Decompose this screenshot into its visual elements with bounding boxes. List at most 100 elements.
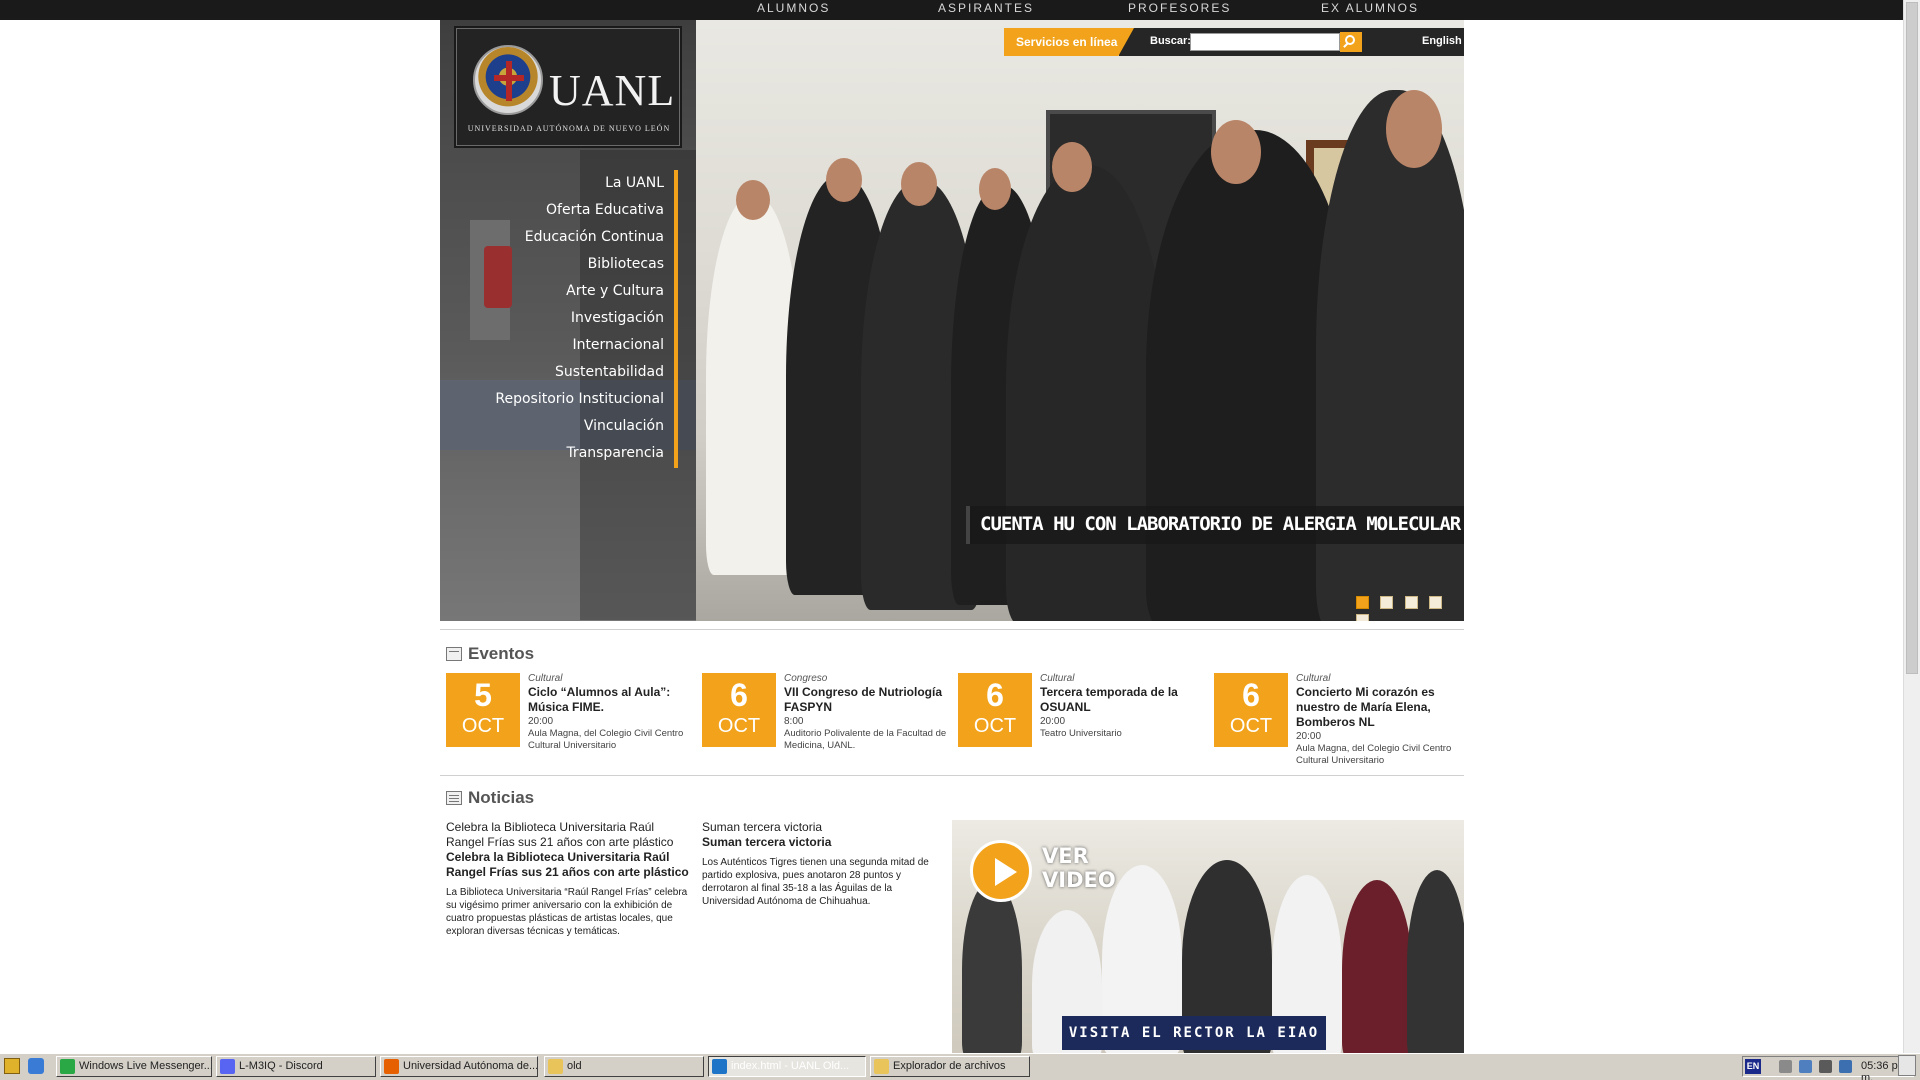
system-tray: EN 05:36 p. m. — [1742, 1056, 1914, 1080]
hero-photo-face — [901, 162, 937, 206]
start-icon[interactable] — [4, 1058, 20, 1074]
uanl-crest-icon — [473, 45, 543, 115]
audience-link-aspirantes[interactable]: ASPIRANTES — [938, 1, 1034, 15]
taskbar-item[interactable]: L-M3IQ - Discord — [216, 1056, 376, 1077]
events-heading-text: Eventos — [468, 644, 535, 663]
audience-link-ex-alumnos[interactable]: EX ALUMNOS — [1321, 1, 1419, 15]
event-date-box: 6 OCT — [702, 673, 776, 747]
language-indicator[interactable]: EN — [1745, 1059, 1761, 1074]
online-services-button[interactable]: Servicios en línea — [1004, 28, 1134, 56]
news-headline[interactable]: Suman tercera victoria — [702, 835, 947, 850]
taskbar-item[interactable]: Universidad Autónoma de... — [380, 1056, 538, 1077]
network-icon[interactable] — [1779, 1060, 1792, 1073]
news-kicker[interactable]: Celebra la Biblioteca Universitaria Raúl… — [446, 820, 691, 850]
taskbar-item-label: old — [567, 1060, 582, 1072]
slider-dot[interactable] — [1380, 596, 1394, 609]
nav-item-arte-y-cultura[interactable]: Arte y Cultura — [440, 278, 682, 305]
nav-item-investigacion[interactable]: Investigación — [440, 305, 682, 332]
slider-dot[interactable] — [1404, 596, 1418, 609]
news-kicker[interactable]: Suman tercera victoria — [702, 820, 947, 835]
play-triangle — [995, 858, 1017, 886]
news-headline[interactable]: Celebra la Biblioteca Universitaria Raúl… — [446, 850, 691, 880]
event-card[interactable]: 6 OCT Cultural Tercera temporada de la O… — [958, 673, 1208, 773]
event-day: 6 — [1242, 677, 1260, 713]
event-day: 5 — [474, 677, 492, 713]
nav-item-transparencia[interactable]: Transparencia — [440, 440, 682, 467]
search-button[interactable] — [1340, 32, 1362, 52]
nav-item-oferta-educativa[interactable]: Oferta Educativa — [440, 197, 682, 224]
nav-item-educacion-continua[interactable]: Educación Continua — [440, 224, 682, 251]
hero-caption-text: Cuenta HU con laboratorio de alergia mol… — [980, 513, 1461, 535]
nav-item-la-uanl[interactable]: La UANL — [440, 170, 682, 197]
taskbar: Windows Live Messenger... L-M3IQ - Disco… — [0, 1053, 1920, 1080]
event-card[interactable]: 5 OCT Cultural Ciclo “Alumnos al Aula”: … — [446, 673, 696, 773]
show-desktop-button[interactable] — [1898, 1055, 1916, 1076]
event-title[interactable]: Concierto Mi corazón es nuestro de María… — [1296, 685, 1466, 730]
hero-photo-face — [1052, 142, 1092, 192]
main-nav: La UANL Oferta Educativa Educación Conti… — [440, 170, 682, 468]
hero-photo-face — [979, 168, 1011, 210]
taskbar-item-label: Universidad Autónoma de... — [403, 1060, 538, 1072]
header-search-bar: Servicios en línea Buscar: English — [1004, 28, 1464, 56]
scrollbar-thumb[interactable] — [1906, 2, 1918, 674]
event-month: OCT — [461, 715, 505, 737]
browser-quicklaunch-icon[interactable] — [28, 1058, 44, 1074]
event-day: 6 — [730, 677, 748, 713]
video-photo-person — [1407, 870, 1464, 1053]
vscode-icon — [712, 1059, 727, 1074]
nav-item-internacional[interactable]: Internacional — [440, 332, 682, 359]
audience-bar: ALUMNOS ASPIRANTES PROFESORES EX ALUMNOS — [0, 0, 1905, 20]
event-card[interactable]: 6 OCT Congreso VII Congreso de Nutriolog… — [702, 673, 952, 773]
news-summary: Los Auténticos Tigres tienen una segunda… — [702, 857, 929, 907]
event-title[interactable]: Tercera temporada de la OSUANL — [1040, 685, 1210, 715]
slider-dot[interactable] — [1356, 614, 1369, 621]
nav-item-sustentabilidad[interactable]: Sustentabilidad — [440, 359, 682, 386]
event-place: Aula Magna, del Colegio Civil Centro Cul… — [1296, 743, 1452, 766]
news-item[interactable]: Celebra la Biblioteca Universitaria Raúl… — [446, 820, 691, 938]
news-summary: La Biblioteca Universitaria “Raúl Rangel… — [446, 887, 688, 937]
discord-icon — [220, 1059, 235, 1074]
page-scrollbar[interactable] — [1903, 0, 1920, 1053]
nav-item-vinculacion[interactable]: Vinculación — [440, 413, 682, 440]
hero-photo-person — [1006, 165, 1166, 621]
news-item[interactable]: Suman tercera victoria Suman tercera vic… — [702, 820, 947, 908]
slider-dot[interactable] — [1356, 596, 1369, 609]
english-language-link[interactable]: English — [1422, 35, 1462, 47]
video-label-ver: VER — [1042, 844, 1089, 868]
tray-app-icon[interactable] — [1839, 1060, 1852, 1073]
audience-link-profesores[interactable]: PROFESORES — [1128, 1, 1231, 15]
uanl-logo[interactable]: UANL Universidad Autónoma de Nuevo León — [456, 28, 680, 146]
crest-detail — [494, 75, 524, 81]
search-input[interactable] — [1190, 33, 1340, 51]
slider-dot[interactable] — [1429, 596, 1443, 609]
nav-item-repositorio-institucional[interactable]: Repositorio Institucional — [440, 386, 682, 413]
taskbar-item-label: Windows Live Messenger... — [79, 1060, 212, 1072]
page-container: UANL Universidad Autónoma de Nuevo León … — [440, 20, 1464, 1053]
event-time: 20:00 — [1296, 731, 1322, 742]
hero-caption[interactable]: Cuenta HU con laboratorio de alergia mol… — [966, 506, 1464, 544]
nav-item-bibliotecas[interactable]: Bibliotecas — [440, 251, 682, 278]
event-card[interactable]: 6 OCT Cultural Concierto Mi corazón es n… — [1214, 673, 1464, 773]
event-day: 6 — [986, 677, 1004, 713]
hero-slider[interactable]: Servicios en línea Buscar: English Cuent… — [696, 20, 1464, 621]
taskbar-item-label: L-M3IQ - Discord — [239, 1060, 323, 1072]
taskbar-item-label: Explorador de archivos — [893, 1060, 1006, 1072]
folder-icon — [548, 1059, 563, 1074]
taskbar-item[interactable]: old — [544, 1056, 704, 1077]
event-time: 20:00 — [528, 716, 554, 727]
volume-icon[interactable] — [1819, 1060, 1832, 1073]
event-title[interactable]: VII Congreso de Nutriología FASPYN — [784, 685, 954, 715]
slider-dots — [1356, 596, 1464, 621]
taskbar-item-active[interactable]: index.html - UANL Old... — [708, 1056, 866, 1077]
featured-video[interactable]: VER VIDEO VISITA EL RECTOR LA EIAO — [952, 820, 1464, 1053]
event-title[interactable]: Ciclo “Alumnos al Aula”: Música FIME. — [528, 685, 698, 715]
hero-photo-face — [826, 158, 862, 202]
tray-app-icon[interactable] — [1799, 1060, 1812, 1073]
event-category: Cultural — [1296, 673, 1331, 684]
play-icon[interactable] — [970, 840, 1032, 902]
taskbar-item[interactable]: Explorador de archivos — [870, 1056, 1030, 1077]
taskbar-item-label: index.html - UANL Old... — [731, 1060, 850, 1072]
audience-link-alumnos[interactable]: ALUMNOS — [757, 1, 830, 15]
event-month: OCT — [717, 715, 761, 737]
taskbar-item[interactable]: Windows Live Messenger... — [56, 1056, 212, 1077]
